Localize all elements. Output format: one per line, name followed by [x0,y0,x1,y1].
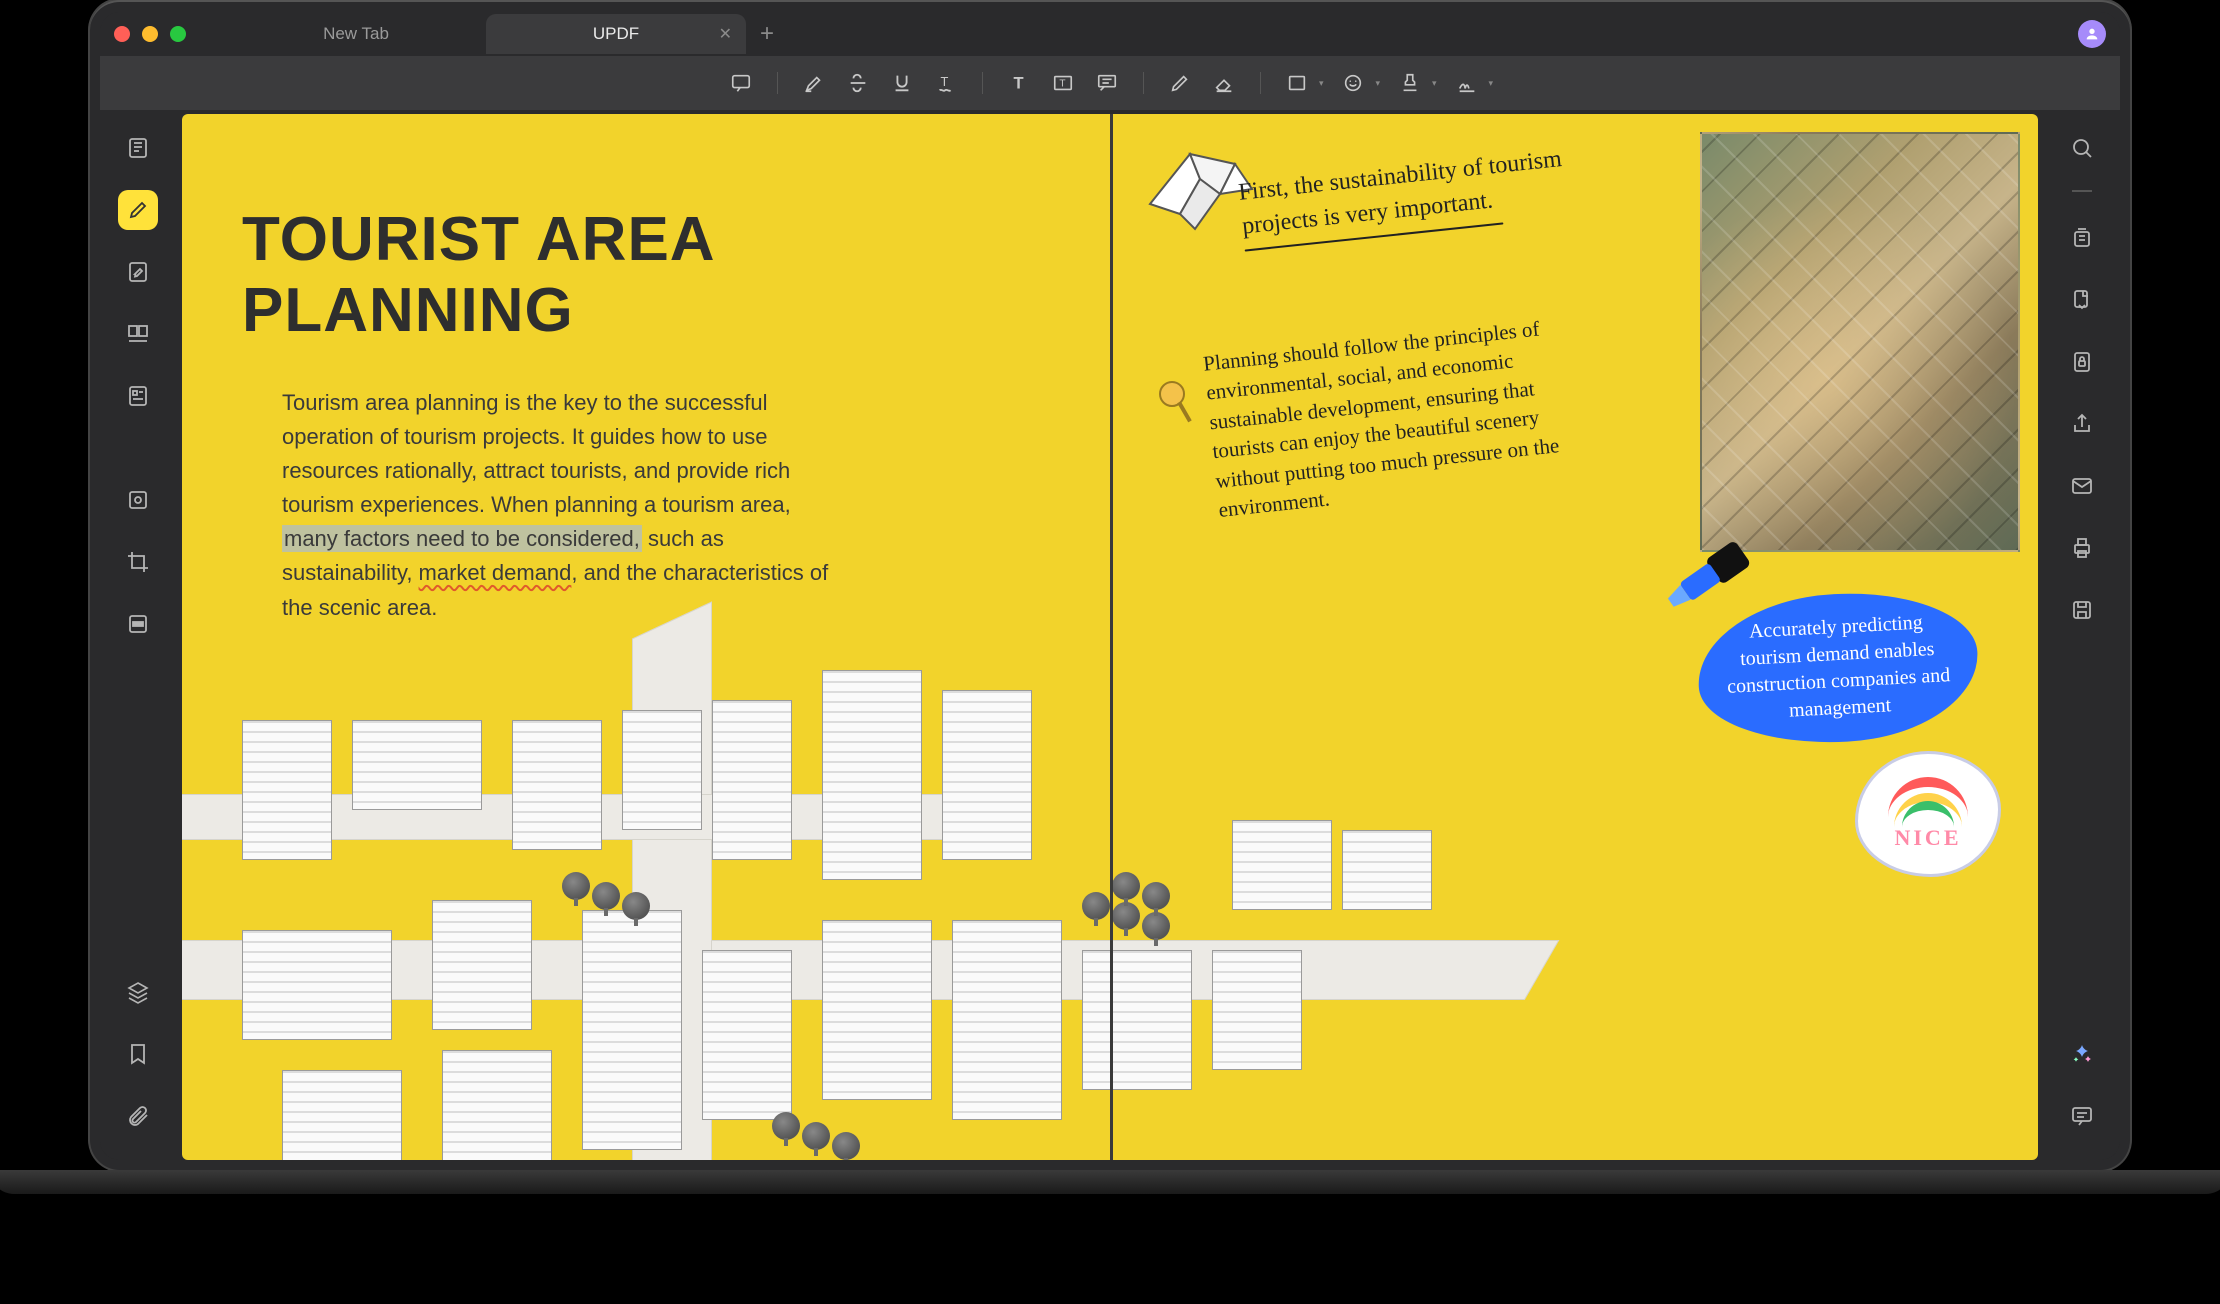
comments-panel-button[interactable] [2062,1096,2102,1136]
reader-mode-button[interactable] [118,128,158,168]
highlighted-text[interactable]: many factors need to be considered, [282,525,642,552]
window-controls [114,26,186,42]
bookmark-button[interactable] [118,1034,158,1074]
protect-button[interactable] [2062,342,2102,382]
para-pre: Tourism area planning is the key to the … [282,390,791,517]
squiggly-text[interactable]: market demand [419,560,572,585]
svg-text:T: T [1059,79,1065,90]
close-window-button[interactable] [114,26,130,42]
signature-dropdown[interactable]: ▾ [1489,78,1494,89]
comment-tool[interactable] [723,65,759,101]
text-tool[interactable]: T [1001,65,1037,101]
crop-button[interactable] [118,542,158,582]
svg-text:T: T [940,74,948,89]
layers-button[interactable] [118,972,158,1012]
convert-button[interactable] [2062,280,2102,320]
compress-button[interactable] [2062,218,2102,258]
callout-tool[interactable] [1089,65,1125,101]
print-button[interactable] [2062,528,2102,568]
titlebar: New Tab UPDF ✕ + [100,12,2120,56]
strikethrough-tool[interactable] [840,65,876,101]
search-button[interactable] [2062,128,2102,168]
squiggly-tool[interactable]: T [928,65,964,101]
shape-tool[interactable] [1279,65,1315,101]
textbox-tool[interactable]: T [1045,65,1081,101]
tab-updf[interactable]: UPDF ✕ [486,14,746,54]
sticker-dropdown[interactable]: ▾ [1375,78,1380,89]
pushpin-sticker[interactable] [1150,374,1206,430]
minimize-window-button[interactable] [142,26,158,42]
mail-button[interactable] [2062,466,2102,506]
spread-divider [1110,114,1113,1160]
highlighter-tool[interactable] [796,65,832,101]
annotation-toolbar: T T T ▾ ▾ ▾ ▾ [100,56,2120,110]
construction-photo[interactable] [1700,132,2020,552]
close-tab-button[interactable]: ✕ [719,24,732,44]
document-canvas[interactable]: TOURIST AREA PLANNING Tourism area plann… [176,110,2044,1160]
ocr-button[interactable] [118,480,158,520]
right-sidebar [2044,110,2120,1160]
eraser-tool[interactable] [1206,65,1242,101]
page-spread: TOURIST AREA PLANNING Tourism area plann… [182,114,2038,1160]
redact-button[interactable] [118,604,158,644]
left-sidebar [100,110,176,1160]
annotate-mode-button[interactable] [118,190,158,230]
user-avatar[interactable] [2078,20,2106,48]
tab-new[interactable]: New Tab [226,14,486,54]
svg-text:T: T [1013,75,1023,93]
share-button[interactable] [2062,404,2102,444]
shape-dropdown[interactable]: ▾ [1319,78,1324,89]
tab-label: UPDF [593,24,639,44]
edit-pdf-button[interactable] [118,252,158,292]
attachment-button[interactable] [118,1096,158,1136]
handwritten-note-1[interactable]: First, the sustainability of tourism pro… [1237,141,1583,251]
handwritten-note-2[interactable]: Planning should follow the principles of… [1202,309,1608,525]
app-window: New Tab UPDF ✕ + T T T [100,12,2120,1160]
tab-label: New Tab [323,24,389,44]
page-title: TOURIST AREA PLANNING [242,204,1050,346]
fullscreen-window-button[interactable] [170,26,186,42]
tab-strip: New Tab UPDF ✕ + [226,12,774,56]
pencil-tool[interactable] [1162,65,1198,101]
form-button[interactable] [118,376,158,416]
ai-button[interactable] [2062,1034,2102,1074]
signature-tool[interactable] [1449,65,1485,101]
underline-tool[interactable] [884,65,920,101]
sticker-tool[interactable] [1335,65,1371,101]
save-button[interactable] [2062,590,2102,630]
new-tab-button[interactable]: + [760,20,774,48]
stamp-tool[interactable] [1392,65,1428,101]
stamp-dropdown[interactable]: ▾ [1432,78,1437,89]
body-paragraph: Tourism area planning is the key to the … [242,386,842,625]
organize-pages-button[interactable] [118,314,158,354]
